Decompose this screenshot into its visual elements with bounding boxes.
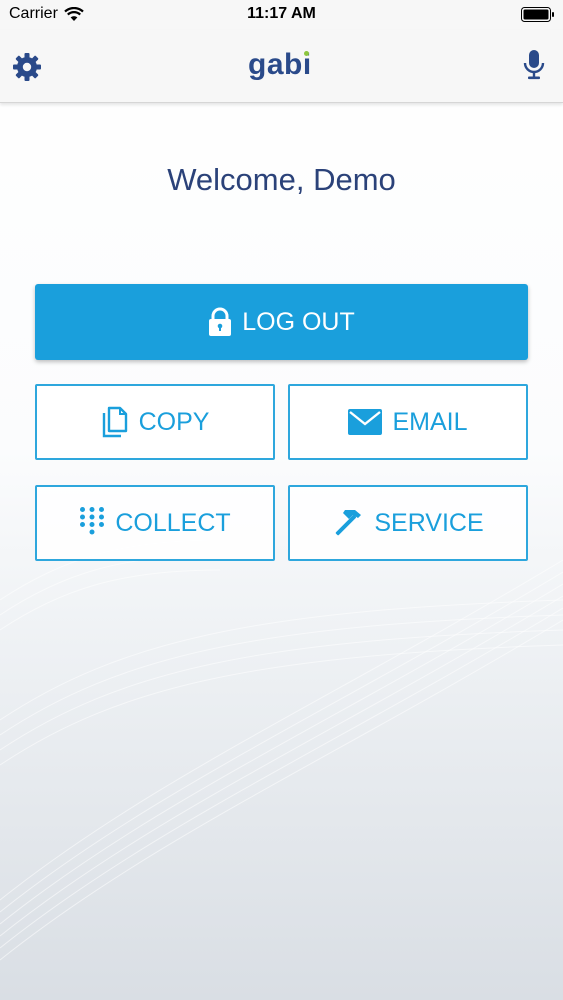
status-time: 11:17 AM bbox=[247, 5, 316, 22]
settings-button[interactable] bbox=[10, 50, 44, 84]
microphone-icon bbox=[522, 49, 546, 81]
service-label: SERVICE bbox=[374, 508, 484, 537]
collect-button[interactable]: COLLECT bbox=[35, 485, 275, 561]
lock-icon bbox=[208, 307, 232, 337]
logo-text: gabi bbox=[248, 48, 312, 81]
logout-label: LOG OUT bbox=[242, 307, 355, 336]
service-button[interactable]: SERVICE bbox=[288, 485, 528, 561]
email-label: EMAIL bbox=[392, 407, 468, 436]
logout-button[interactable]: LOG OUT bbox=[35, 284, 528, 360]
documents-icon bbox=[101, 406, 129, 438]
hammer-icon bbox=[332, 507, 364, 539]
keypad-icon bbox=[79, 506, 105, 540]
battery-icon bbox=[521, 7, 555, 22]
navigation-bar: gabi bbox=[0, 30, 563, 103]
gear-icon bbox=[12, 52, 42, 82]
microphone-button[interactable] bbox=[519, 48, 549, 82]
copy-button[interactable]: COPY bbox=[35, 384, 275, 460]
status-bar: Carrier 11:17 AM bbox=[0, 0, 563, 30]
envelope-icon bbox=[348, 409, 383, 435]
email-button[interactable]: EMAIL bbox=[288, 384, 528, 460]
copy-label: COPY bbox=[138, 407, 210, 436]
welcome-heading: Welcome, Demo bbox=[167, 162, 396, 197]
logo-accent-dot bbox=[304, 51, 309, 56]
gabi-logo: gabi bbox=[240, 46, 324, 86]
collect-label: COLLECT bbox=[115, 508, 231, 537]
